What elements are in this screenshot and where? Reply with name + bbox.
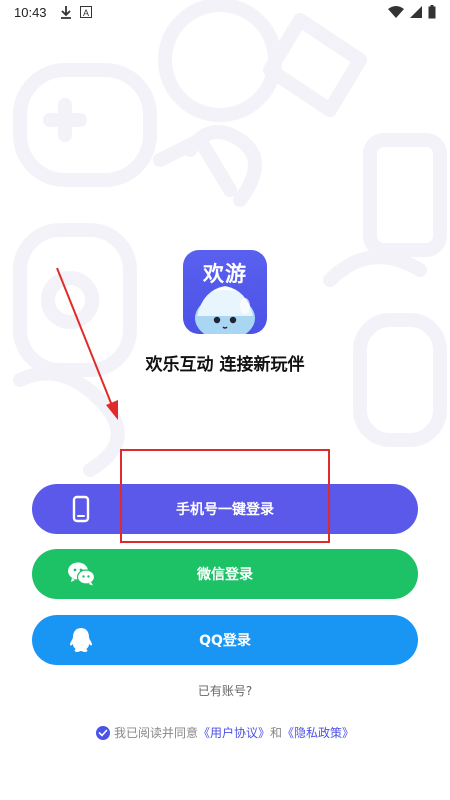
- annotation-arrow: [56, 267, 118, 420]
